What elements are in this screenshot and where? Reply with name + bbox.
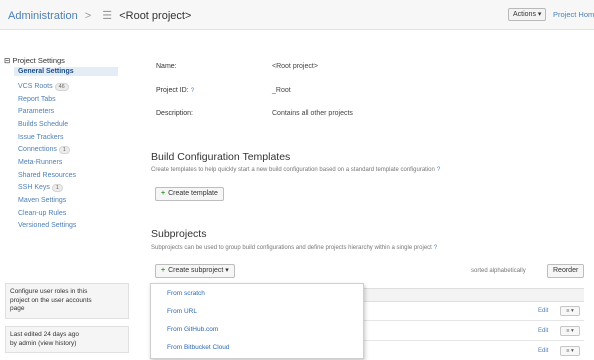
sidebar-item-label: Connections <box>18 146 57 153</box>
create-template-button[interactable]: + Create template <box>155 187 224 201</box>
sidebar-item-label: Maven Settings <box>18 197 67 204</box>
sidebar-item-label: SSH Keys <box>18 184 50 191</box>
sidebar-item-ssh-keys[interactable]: SSH Keys 1 <box>18 184 63 192</box>
sidebar-item-vcs-roots[interactable]: VCS Roots 46 <box>18 83 69 91</box>
roles-info-line: page <box>10 305 25 312</box>
menu-item-from-url[interactable]: From URL <box>167 308 197 315</box>
sidebar-item-label: VCS Roots <box>18 83 53 90</box>
plus-icon: + <box>161 190 166 197</box>
project-tree-icon[interactable]: ☰ <box>102 10 112 22</box>
last-edited-box: Last edited 24 days ago by admin (view h… <box>5 326 129 353</box>
sidebar-item-label: Clean-up Rules <box>18 210 67 217</box>
breadcrumb-administration[interactable]: Administration <box>8 10 78 22</box>
breadcrumb-separator: > <box>84 10 92 22</box>
row-actions-dropdown[interactable]: ≡ ▾ <box>560 346 580 356</box>
sidebar-item-meta-runners[interactable]: Meta-Runners <box>18 159 62 166</box>
sidebar-item-label: Meta-Runners <box>18 159 63 166</box>
help-icon[interactable]: ? <box>437 167 440 173</box>
count-badge: 1 <box>58 146 70 154</box>
templates-description: Create templates to help quickly start a… <box>151 167 440 173</box>
roles-info-link[interactable]: project on the user accounts <box>10 297 124 306</box>
sidebar-item-label: General Settings <box>18 68 74 75</box>
edit-link[interactable]: Edit <box>538 328 548 334</box>
sidebar-item-label: Shared Resources <box>18 172 76 179</box>
sidebar-item-report-tabs[interactable]: Report Tabs <box>18 96 56 103</box>
count-badge: 46 <box>54 83 69 91</box>
project-home-link[interactable]: Project Home <box>553 10 594 19</box>
sidebar-item-label: Report Tabs <box>18 96 56 103</box>
actions-button[interactable]: Actions ▾ <box>508 8 547 21</box>
sidebar-item-label: Versioned Settings <box>18 222 77 229</box>
menu-item-from-github[interactable]: From GitHub.com <box>167 326 218 333</box>
view-history-link[interactable]: by admin (view history) <box>10 340 124 349</box>
edit-link[interactable]: Edit <box>538 348 548 354</box>
roles-info-box: Configure user roles in this project on … <box>5 283 129 319</box>
sidebar-heading-label: Project Settings <box>12 56 65 65</box>
subprojects-title: Subprojects <box>151 228 207 240</box>
description-value: Contains all other projects <box>272 110 353 117</box>
reorder-button[interactable]: Reorder <box>547 264 585 278</box>
edit-link[interactable]: Edit <box>538 308 548 314</box>
sidebar-item-label: Issue Trackers <box>18 134 64 141</box>
templates-description-text: Create templates to help quickly start a… <box>151 167 435 173</box>
sidebar-item-shared-resources[interactable]: Shared Resources <box>18 172 76 179</box>
create-template-label: Create template <box>168 190 218 197</box>
plus-icon: + <box>161 267 166 274</box>
breadcrumb: Administration > ☰ <Root project> <box>8 9 191 22</box>
project-id-value: _Root <box>272 87 291 94</box>
project-id-label: Project ID:? <box>156 87 194 94</box>
last-edited-text: Last edited 24 days ago <box>10 331 80 338</box>
menu-item-from-bitbucket[interactable]: From Bitbucket Cloud <box>167 344 230 351</box>
sidebar-item-label: Builds Schedule <box>18 121 69 128</box>
count-badge: 1 <box>51 184 63 192</box>
breadcrumb-current: <Root project> <box>119 10 192 22</box>
menu-item-from-scratch[interactable]: From scratch <box>167 290 205 297</box>
description-label: Description: <box>156 110 193 117</box>
collapse-icon[interactable]: ⊟ <box>4 56 10 65</box>
row-actions-dropdown[interactable]: ≡ ▾ <box>560 326 580 336</box>
sort-label: sorted alphabetically <box>471 268 526 274</box>
sidebar-item-label: Parameters <box>18 108 55 115</box>
sidebar-item-general-settings[interactable]: General Settings <box>14 67 118 76</box>
subprojects-description: Subprojects can be used to group build c… <box>151 245 437 251</box>
templates-title: Build Configuration Templates <box>151 151 291 163</box>
create-subproject-label: Create subproject ▾ <box>168 267 229 274</box>
sidebar-item-clean-up-rules[interactable]: Clean-up Rules <box>18 210 66 217</box>
sidebar-heading: ⊟ Project Settings <box>4 56 65 65</box>
subprojects-description-text: Subprojects can be used to group build c… <box>151 245 432 251</box>
sidebar-item-builds-schedule[interactable]: Builds Schedule <box>18 121 68 128</box>
sidebar-item-versioned-settings[interactable]: Versioned Settings <box>18 222 76 229</box>
name-value: <Root project> <box>272 63 318 70</box>
name-label: Name: <box>156 63 177 70</box>
create-subproject-button[interactable]: + Create subproject ▾ <box>155 264 235 278</box>
sidebar-item-issue-trackers[interactable]: Issue Trackers <box>18 134 64 141</box>
help-icon[interactable]: ? <box>434 245 437 251</box>
sidebar-item-maven-settings[interactable]: Maven Settings <box>18 197 66 204</box>
project-id-label-text: Project ID: <box>156 87 189 94</box>
create-subproject-menu: From scratch From URL From GitHub.com Fr… <box>150 283 364 359</box>
sidebar-item-parameters[interactable]: Parameters <box>18 108 54 115</box>
row-actions-dropdown[interactable]: ≡ ▾ <box>560 306 580 316</box>
help-icon[interactable]: ? <box>191 88 194 94</box>
sidebar-item-connections[interactable]: Connections 1 <box>18 146 70 154</box>
roles-info-line: Configure user roles in this <box>10 288 88 295</box>
